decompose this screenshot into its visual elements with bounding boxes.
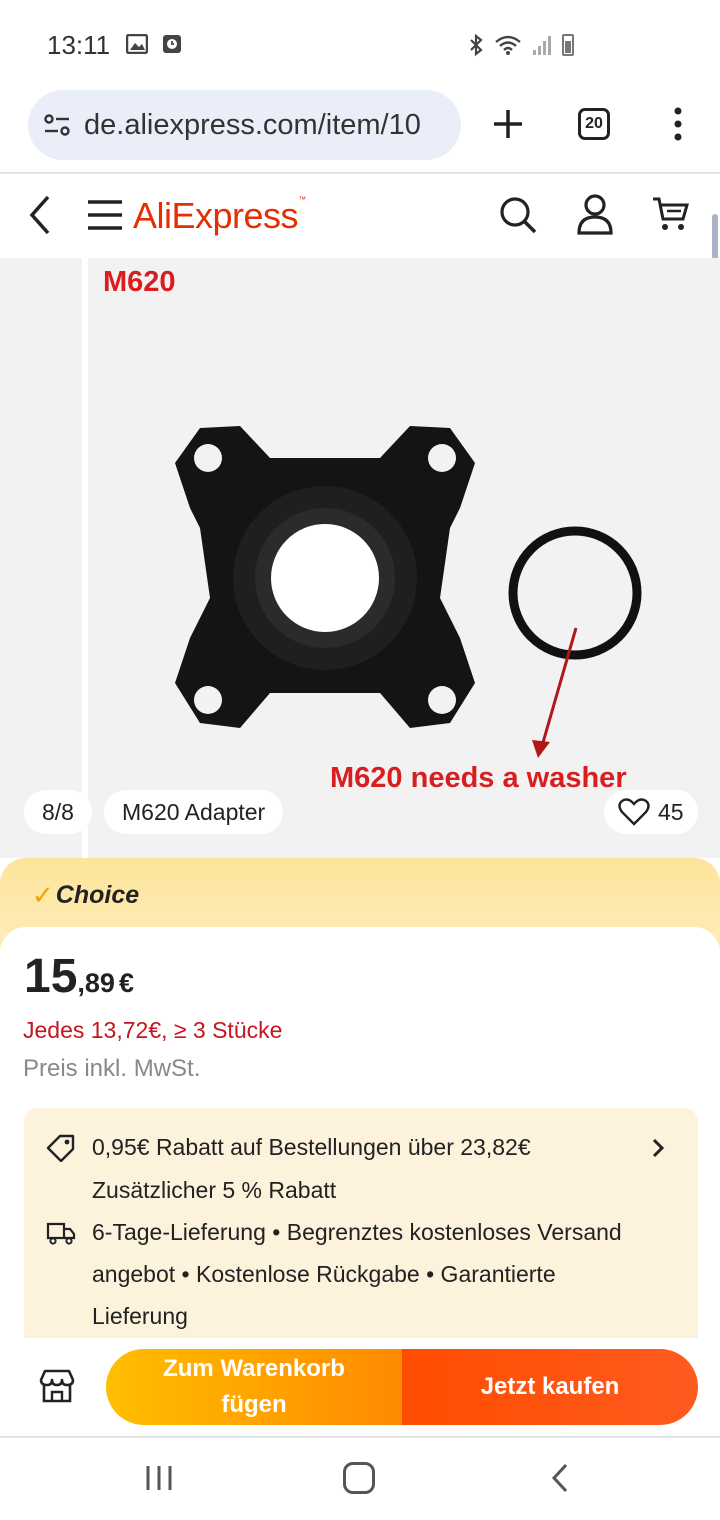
product-image — [175, 426, 642, 758]
notification-icons — [126, 34, 182, 54]
shipping-text-line-1: 6-Tage-Lieferung • Begrenztes kostenlose… — [92, 1219, 622, 1245]
buy-now-button[interactable]: Jetzt kaufen — [402, 1349, 698, 1425]
system-status-icons — [468, 33, 574, 57]
discount-text: 0,95€ Rabatt auf Bestellungen über 23,82… — [92, 1134, 531, 1160]
status-bar: 13:11 — [0, 0, 720, 90]
image-label: M620 — [103, 266, 176, 298]
url-text[interactable]: de.aliexpress.com/item/10 — [84, 109, 458, 142]
site-settings-icon[interactable] — [44, 113, 70, 137]
coupon-tag-icon — [46, 1134, 75, 1162]
extra-discount-text: Zusätzlicher 5 % Rabatt — [92, 1177, 337, 1203]
wishlist-count: 45 — [658, 799, 684, 825]
bulk-price-offer: Jedes 13,72€, ≥ 3 Stücke — [23, 1017, 283, 1043]
price-decimal: ,89 — [77, 968, 115, 998]
variant-title-chip: M620 Adapter — [104, 790, 284, 834]
account-icon[interactable] — [576, 193, 614, 235]
wishlist-button[interactable]: 45 — [604, 790, 698, 834]
price-currency: € — [118, 968, 134, 998]
status-time: 13:11 — [47, 30, 111, 60]
product-price: 15 ,89 € — [24, 949, 134, 1004]
back-arrow-icon[interactable] — [26, 193, 54, 237]
image-page-indicator: 8/8 — [24, 790, 92, 834]
product-image-gallery[interactable]: M620 M620 needs a washer 8/8 M620 Adapte… — [0, 258, 720, 858]
aliexpress-logo[interactable]: AliExpress™ — [133, 195, 306, 237]
media-notification-icon — [163, 35, 181, 53]
home-icon[interactable] — [343, 1462, 375, 1494]
store-icon[interactable] — [38, 1368, 76, 1404]
shipping-text-line-2: angebot • Kostenlose Rückgabe • Garantie… — [92, 1261, 556, 1287]
site-header: AliExpress™ — [0, 175, 720, 257]
vat-note: Preis inkl. MwSt. — [23, 1055, 201, 1082]
browser-toolbar: de.aliexpress.com/item/10 20 — [0, 88, 720, 174]
signal-icon — [533, 36, 551, 55]
choice-label: Choice — [55, 881, 140, 909]
image-caption: M620 needs a washer — [330, 762, 627, 794]
battery-icon — [562, 34, 574, 56]
trademark-mark: ™ — [298, 195, 306, 204]
price-section: 15 ,89 € Jedes 13,72€, ≥ 3 Stücke Preis … — [0, 927, 720, 1348]
system-back-icon[interactable] — [548, 1462, 572, 1494]
tab-switcher-button[interactable]: 20 — [578, 108, 610, 140]
checkmark-icon: ✓ — [32, 880, 54, 910]
shipping-text-line-3: Lieferung — [92, 1303, 188, 1329]
gallery-divider — [82, 258, 88, 858]
system-navigation-bar — [0, 1440, 720, 1520]
wifi-icon — [495, 35, 521, 55]
more-options-icon[interactable] — [670, 106, 686, 142]
promotions-box[interactable]: 0,95€ Rabatt auf Bestellungen über 23,82… — [24, 1108, 698, 1348]
logo-text: AliExpress — [133, 195, 299, 236]
search-icon[interactable] — [498, 195, 538, 235]
cart-icon[interactable] — [651, 195, 689, 233]
gallery-notification-icon — [126, 34, 148, 54]
bluetooth-icon — [470, 33, 483, 57]
hamburger-menu-icon[interactable] — [86, 198, 124, 232]
price-integer: 15 — [24, 950, 78, 1003]
heart-icon — [618, 798, 650, 826]
address-bar[interactable]: de.aliexpress.com/item/10 — [28, 90, 461, 160]
recent-apps-icon[interactable] — [145, 1464, 173, 1492]
choice-badge: ✓ Choice — [32, 880, 139, 911]
delivery-truck-icon — [46, 1222, 76, 1245]
new-tab-plus-icon[interactable] — [488, 104, 528, 144]
add-to-cart-button[interactable]: Zum Warenkorb fügen — [106, 1349, 402, 1425]
chevron-right-icon[interactable] — [650, 1136, 666, 1160]
purchase-action-bar: Zum Warenkorb fügen Jetzt kaufen — [0, 1338, 720, 1438]
